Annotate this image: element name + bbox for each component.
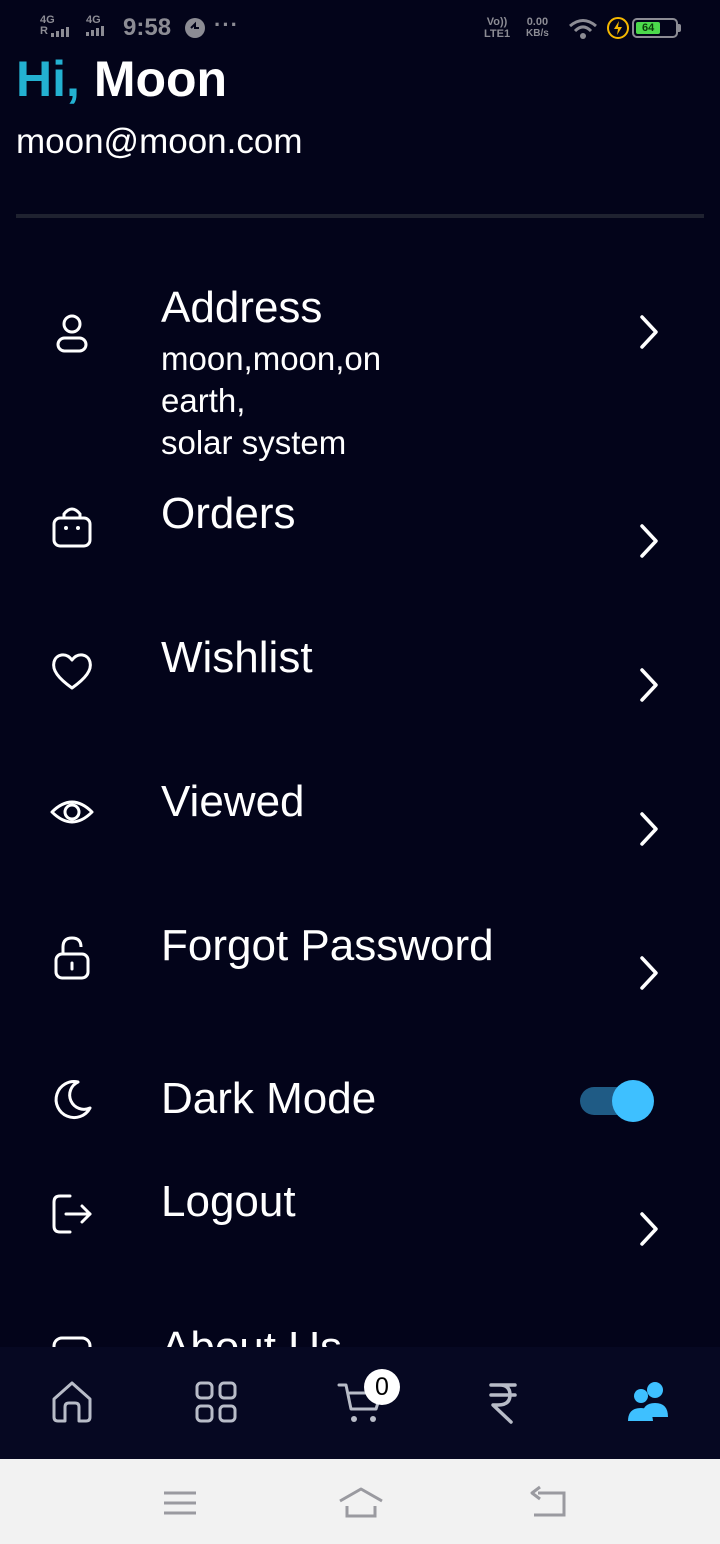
menu-item-address[interactable]: Address moon,moon,on earth, solar system [0, 282, 720, 472]
chevron-right-icon [640, 524, 658, 558]
network-type-2: 4G [86, 14, 101, 26]
menu-item-forgot-password[interactable]: Forgot Password [0, 920, 720, 1040]
chevron-right-icon [640, 315, 658, 349]
menu-item-viewed[interactable]: Viewed [0, 776, 720, 896]
home-icon[interactable] [338, 1483, 384, 1523]
volte-indicator: Vo)) LTE1 [484, 16, 510, 40]
chevron-right-icon [640, 812, 658, 846]
speed-unit: KB/s [526, 28, 549, 39]
speed-value: 0.00 [526, 16, 549, 28]
menu-item-title: Dark Mode [161, 1074, 377, 1123]
battery-level: 64 [636, 22, 661, 34]
grid-icon[interactable] [191, 1377, 241, 1427]
signal-bars-icon [86, 26, 104, 36]
volte-label: Vo)) [486, 16, 508, 28]
user-name: Moon [93, 51, 228, 107]
greeting: Hi, Moon [16, 50, 227, 108]
address-text: moon,moon,on earth, solar system [161, 340, 382, 461]
menu-item-title: Viewed [161, 777, 305, 826]
menu-item-dark-mode: Dark Mode [0, 1072, 720, 1132]
chevron-right-icon [640, 1212, 658, 1246]
rupee-icon[interactable] [478, 1377, 528, 1427]
info-icon [52, 1336, 92, 1347]
home-icon[interactable] [47, 1377, 97, 1427]
menu-item-title: Wishlist [161, 633, 313, 682]
menu-item-logout[interactable]: Logout [0, 1176, 720, 1296]
logout-icon [52, 1194, 92, 1234]
greeting-prefix: Hi, [16, 51, 80, 107]
menu-item-orders[interactable]: Orders [0, 488, 720, 608]
menu-item-title: Logout [161, 1177, 296, 1226]
lte-label: LTE1 [484, 28, 511, 40]
unlock-icon [54, 936, 90, 980]
network-speed: 0.00 KB/s [526, 16, 549, 40]
battery-icon: 64 [632, 18, 681, 38]
moon-icon [54, 1080, 92, 1120]
shopping-bag-icon [52, 507, 92, 548]
heart-icon [52, 653, 92, 690]
divider [16, 214, 704, 218]
bottom-navigation [0, 1347, 720, 1459]
menu-item-wishlist[interactable]: Wishlist [0, 632, 720, 752]
menu-item-title: Forgot Password [161, 921, 494, 970]
signal-2: 4G [86, 15, 104, 36]
charging-icon [607, 17, 629, 44]
eye-icon [50, 800, 94, 824]
back-icon[interactable] [528, 1483, 568, 1523]
system-navigation-bar [0, 1459, 720, 1544]
menu-item-about-us[interactable]: About Us [0, 1318, 720, 1347]
roaming-indicator: R [40, 25, 48, 37]
signal-1: 4G R [40, 15, 69, 37]
data-saver-icon [184, 17, 206, 44]
chevron-right-icon [640, 668, 658, 702]
status-bar: 4G R 4G 9:58 ··· Vo)) LTE1 0.00 KB/s 64 [0, 0, 720, 56]
user-email: moon@moon.com [16, 122, 303, 161]
cart-count-badge: 0 [364, 1369, 400, 1405]
clock: 9:58 [123, 14, 172, 41]
chevron-right-icon [640, 956, 658, 990]
wifi-icon [568, 18, 598, 45]
users-icon[interactable] [624, 1377, 674, 1427]
menu-item-title: Orders [161, 489, 296, 538]
toggle-knob [612, 1080, 654, 1122]
user-icon [56, 314, 88, 353]
menu-item-title: About Us [161, 1322, 342, 1347]
signal-bars-icon [50, 27, 69, 37]
dark-mode-toggle[interactable] [580, 1080, 654, 1122]
menu-icon[interactable] [160, 1483, 200, 1523]
more-notifications-icon: ··· [214, 12, 239, 37]
menu-item-title: Address [161, 283, 323, 332]
